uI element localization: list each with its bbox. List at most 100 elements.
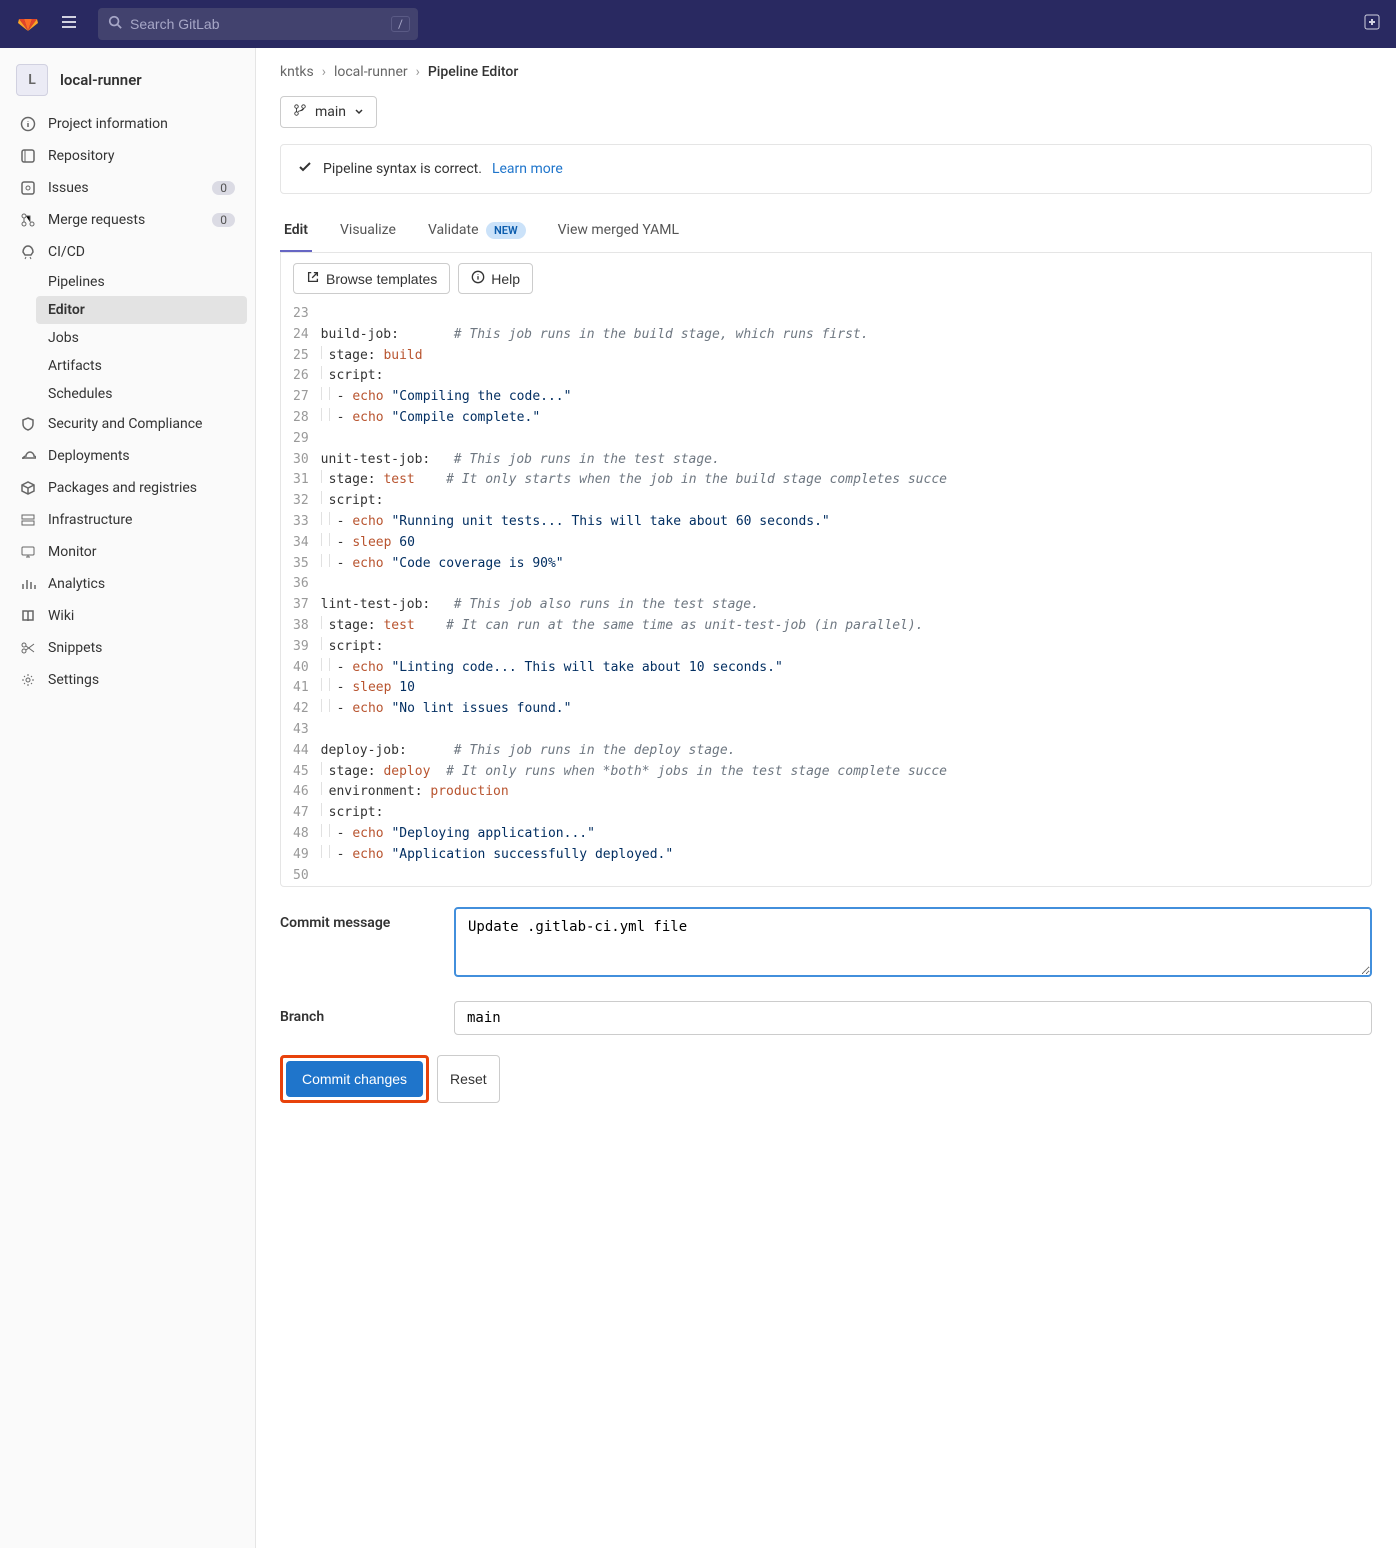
info-icon: [471, 270, 485, 287]
sidebar-item-issues[interactable]: Issues 0: [8, 172, 247, 204]
sidebar: L local-runner Project information Repos…: [0, 48, 256, 1548]
info-icon: [20, 116, 36, 132]
sidebar-item-packages[interactable]: Packages and registries: [8, 472, 247, 504]
nav-label: Deployments: [48, 448, 235, 464]
branch-icon: [293, 103, 307, 121]
branch-input[interactable]: [454, 1001, 1372, 1035]
nav-label: Project information: [48, 116, 235, 132]
nav-label: Wiki: [48, 608, 235, 624]
monitor-icon: [20, 544, 36, 560]
editor-toolbar: Browse templates Help: [281, 253, 1371, 304]
gear-icon: [20, 672, 36, 688]
branch-name: main: [315, 104, 346, 120]
check-icon: [297, 159, 313, 179]
search-box: /: [98, 8, 418, 40]
tab-label: Validate: [428, 222, 479, 238]
reset-button[interactable]: Reset: [437, 1055, 500, 1103]
status-banner: Pipeline syntax is correct. Learn more: [280, 144, 1372, 194]
nav-label: Repository: [48, 148, 235, 164]
sidebar-item-cicd[interactable]: CI/CD: [8, 236, 247, 268]
button-label: Help: [491, 271, 520, 287]
help-button[interactable]: Help: [458, 263, 533, 294]
sidebar-item-security[interactable]: Security and Compliance: [8, 408, 247, 440]
status-text: Pipeline syntax is correct.: [323, 161, 482, 177]
breadcrumb-link[interactable]: kntks: [280, 64, 314, 80]
shield-icon: [20, 416, 36, 432]
nav-label: Monitor: [48, 544, 235, 560]
branch-label: Branch: [280, 1001, 430, 1025]
nav-label: Analytics: [48, 576, 235, 592]
nav-label: Security and Compliance: [48, 416, 235, 432]
tab-visualize[interactable]: Visualize: [336, 210, 400, 252]
breadcrumbs: kntks › local-runner › Pipeline Editor: [280, 64, 1372, 80]
line-gutter: 2324252627282930313233343536373839404142…: [281, 304, 321, 886]
tab-validate[interactable]: Validate NEW: [424, 210, 530, 252]
chevron-right-icon: ›: [322, 64, 326, 80]
topbar: /: [0, 0, 1396, 48]
chevron-right-icon: ›: [416, 64, 420, 80]
sidebar-item-project-information[interactable]: Project information: [8, 108, 247, 140]
sidebar-sub-jobs[interactable]: Jobs: [36, 324, 247, 352]
project-name: local-runner: [60, 71, 142, 89]
nav-label: Pipelines: [48, 274, 235, 290]
button-label: Browse templates: [326, 271, 437, 287]
sidebar-item-wiki[interactable]: Wiki: [8, 600, 247, 632]
nav-label: Editor: [48, 302, 235, 318]
tab-edit[interactable]: Edit: [280, 210, 312, 252]
nav-label: Infrastructure: [48, 512, 235, 528]
nav-label: Jobs: [48, 330, 235, 346]
chart-icon: [20, 576, 36, 592]
package-icon: [20, 480, 36, 496]
nav-label: Snippets: [48, 640, 235, 656]
nav-label: CI/CD: [48, 244, 235, 260]
repo-icon: [20, 148, 36, 164]
browse-templates-button[interactable]: Browse templates: [293, 263, 450, 294]
merge-icon: [20, 212, 36, 228]
new-badge: NEW: [486, 222, 526, 239]
breadcrumb-link[interactable]: local-runner: [334, 64, 408, 80]
nav-label: Settings: [48, 672, 235, 688]
sidebar-sub-editor[interactable]: Editor: [36, 296, 247, 324]
scissors-icon: [20, 640, 36, 656]
menu-icon[interactable]: [52, 5, 86, 43]
search-kbd: /: [391, 16, 410, 32]
sidebar-item-infrastructure[interactable]: Infrastructure: [8, 504, 247, 536]
sidebar-sub-schedules[interactable]: Schedules: [36, 380, 247, 408]
rocket-icon: [20, 244, 36, 260]
gitlab-logo-icon[interactable]: [16, 10, 40, 38]
project-header[interactable]: L local-runner: [8, 56, 247, 104]
tabs: Edit Visualize Validate NEW View merged …: [280, 210, 1372, 253]
book-icon: [20, 608, 36, 624]
infra-icon: [20, 512, 36, 528]
nav-badge: 0: [212, 181, 235, 195]
sidebar-item-deployments[interactable]: Deployments: [8, 440, 247, 472]
plus-icon[interactable]: [1364, 14, 1380, 34]
nav-label: Packages and registries: [48, 480, 235, 496]
project-avatar: L: [16, 64, 48, 96]
sidebar-item-analytics[interactable]: Analytics: [8, 568, 247, 600]
sidebar-item-settings[interactable]: Settings: [8, 664, 247, 696]
sidebar-item-snippets[interactable]: Snippets: [8, 632, 247, 664]
nav-label: Issues: [48, 180, 200, 196]
branch-selector[interactable]: main: [280, 96, 377, 128]
nav-label: Artifacts: [48, 358, 235, 374]
editor-wrap: Browse templates Help 232425262728293031…: [280, 253, 1372, 887]
sidebar-item-monitor[interactable]: Monitor: [8, 536, 247, 568]
breadcrumb-current: Pipeline Editor: [428, 64, 518, 80]
issues-icon: [20, 180, 36, 196]
code-editor[interactable]: 2324252627282930313233343536373839404142…: [281, 304, 1371, 886]
deploy-icon: [20, 448, 36, 464]
code-content[interactable]: build-job: # This job runs in the build …: [321, 304, 963, 886]
sidebar-item-repository[interactable]: Repository: [8, 140, 247, 172]
learn-more-link[interactable]: Learn more: [492, 161, 563, 177]
sidebar-sub-pipelines[interactable]: Pipelines: [36, 268, 247, 296]
search-icon: [108, 15, 122, 33]
commit-changes-button[interactable]: Commit changes: [286, 1061, 423, 1097]
nav-label: Merge requests: [48, 212, 200, 228]
commit-message-label: Commit message: [280, 907, 430, 931]
commit-message-input[interactable]: Update .gitlab-ci.yml file: [454, 907, 1372, 977]
sidebar-item-merge-requests[interactable]: Merge requests 0: [8, 204, 247, 236]
tab-merged-yaml[interactable]: View merged YAML: [554, 210, 683, 252]
search-input[interactable]: [98, 8, 418, 40]
sidebar-sub-artifacts[interactable]: Artifacts: [36, 352, 247, 380]
